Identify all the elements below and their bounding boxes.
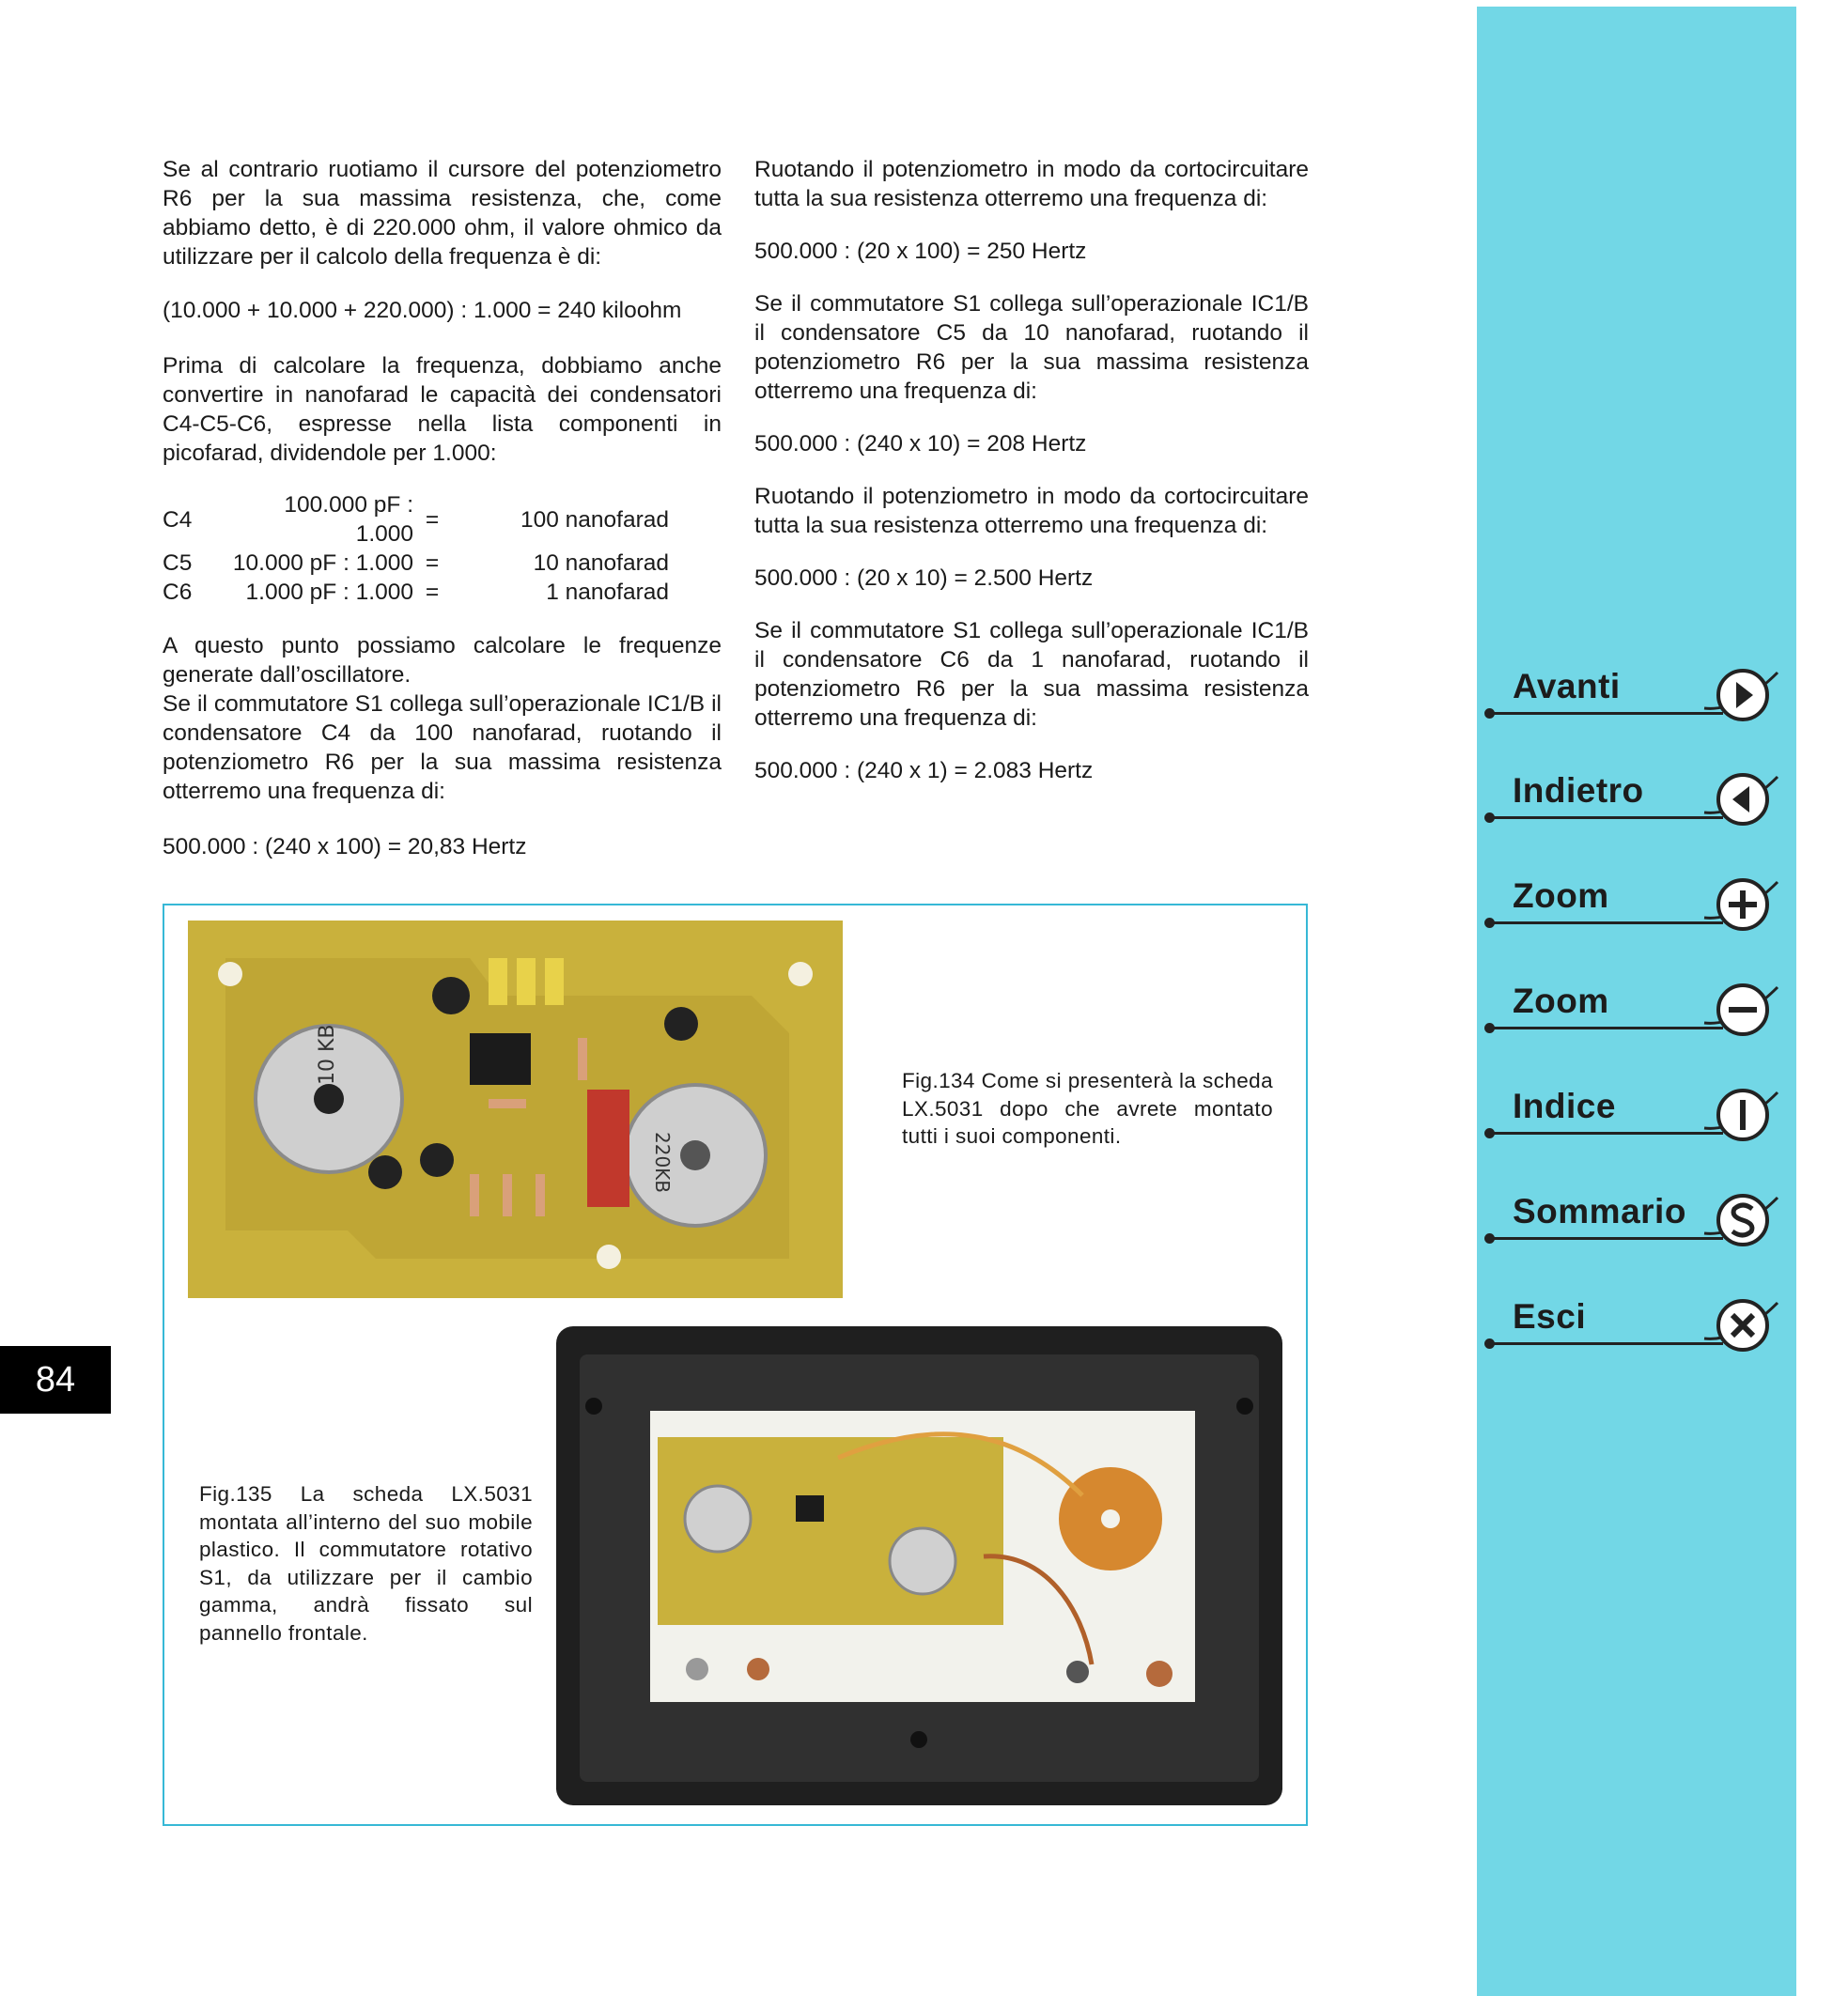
formula: 500.000 : (20 x 100) = 250 Hertz xyxy=(754,239,1087,264)
left-column: Se al contrario ruotiamo il cursore del … xyxy=(163,155,722,886)
zoom-in-icon xyxy=(1703,878,1779,931)
divider xyxy=(1490,816,1723,819)
divider xyxy=(1490,712,1723,715)
page-number: 84 xyxy=(0,1346,111,1414)
table-row: C5 10.000 pF : 1.000 = 10 nanofarad xyxy=(163,549,669,578)
table-row: C4 100.000 pF : 1.000 = 100 nanofarad xyxy=(163,490,669,549)
table-row: C6 1.000 pF : 1.000 = 1 nanofarad xyxy=(163,578,669,607)
formula: 500.000 : (20 x 10) = 2.500 Hertz xyxy=(754,565,1094,591)
table-cell: 10 nanofarad xyxy=(533,550,669,576)
divider xyxy=(1490,1342,1723,1345)
nav-label: Sommario xyxy=(1513,1192,1686,1230)
pot2-label: 220KB xyxy=(651,1132,674,1193)
table-cell: = xyxy=(425,506,440,533)
paragraph: Ruotando il potenziometro in modo da cor… xyxy=(754,157,1309,211)
figure-135-caption: Fig.135 La scheda LX.5031 montata all’in… xyxy=(199,1482,533,1645)
table-cell: C6 xyxy=(163,580,193,605)
table-cell: C5 xyxy=(163,550,193,576)
summary-icon xyxy=(1703,1194,1779,1246)
pot1-label: 10 KB xyxy=(316,1024,339,1085)
nav-button-sommario[interactable]: Sommario xyxy=(1483,1183,1802,1258)
formula: 500.000 : (240 x 1) = 2.083 Hertz xyxy=(754,758,1094,783)
table-cell: C4 xyxy=(163,506,193,533)
nav-label: Zoom xyxy=(1513,876,1609,915)
nav-button-avanti[interactable]: Avanti xyxy=(1483,658,1802,733)
formula: 500.000 : (240 x 10) = 208 Hertz xyxy=(754,431,1087,456)
exit-icon xyxy=(1703,1299,1779,1352)
pcb-photo: 10 KB 220KB xyxy=(188,921,843,1298)
table-cell: 100.000 pF : 1.000 xyxy=(284,492,413,547)
nav-label: Indice xyxy=(1513,1087,1616,1125)
nav-label: Esci xyxy=(1513,1297,1587,1336)
right-column: Ruotando il potenziometro in modo da cor… xyxy=(754,155,1309,810)
arrow-right-icon xyxy=(1703,669,1779,721)
table-cell: 10.000 pF : 1.000 xyxy=(232,550,413,576)
nav-button-indice[interactable]: Indice xyxy=(1483,1077,1802,1153)
enclosure-photo xyxy=(556,1326,1282,1805)
paragraph: Se al contrario ruotiamo il cursore del … xyxy=(163,157,722,270)
paragraph: Prima di calcolare la frequenza, dobbiam… xyxy=(163,353,722,466)
paragraph: Se il commutatore S1 collega sull’operaz… xyxy=(754,291,1309,404)
zoom-out-icon xyxy=(1703,983,1779,1036)
paragraph: Ruotando il potenziometro in modo da cor… xyxy=(754,484,1309,538)
index-icon xyxy=(1703,1089,1779,1141)
nav-label: Avanti xyxy=(1513,667,1621,705)
nav-button-indietro[interactable]: Indietro xyxy=(1483,762,1802,837)
paragraph: A questo punto possiamo calcolare le fre… xyxy=(163,633,722,688)
table-cell: 1.000 pF : 1.000 xyxy=(245,580,413,605)
divider xyxy=(1490,1237,1723,1240)
table-cell: 1 nanofarad xyxy=(546,580,669,605)
nav-label: Zoom xyxy=(1513,982,1609,1020)
divider xyxy=(1490,1132,1723,1135)
nav-label: Indietro xyxy=(1513,771,1644,810)
table-cell: 100 nanofarad xyxy=(520,506,669,533)
table-cell: = xyxy=(425,550,440,576)
divider xyxy=(1490,921,1723,924)
divider xyxy=(1490,1027,1723,1029)
nav-button-zoom-out[interactable]: Zoom xyxy=(1483,972,1802,1047)
table-cell: = xyxy=(425,580,440,605)
paragraph: Se il commutatore S1 collega sull’operaz… xyxy=(754,618,1309,731)
paragraph: Se il commutatore S1 collega sull’operaz… xyxy=(163,691,722,804)
figure-134-caption: Fig.134 Come si presenterà la scheda LX.… xyxy=(902,1069,1273,1148)
formula: 500.000 : (240 x 100) = 20,83 Hertz xyxy=(163,834,527,859)
nav-button-esci[interactable]: Esci xyxy=(1483,1288,1802,1363)
capacitor-table: C4 100.000 pF : 1.000 = 100 nanofarad C5… xyxy=(163,490,669,607)
formula: (10.000 + 10.000 + 220.000) : 1.000 = 24… xyxy=(163,298,682,323)
nav-button-zoom-in[interactable]: Zoom xyxy=(1483,867,1802,942)
arrow-left-icon xyxy=(1703,773,1779,826)
